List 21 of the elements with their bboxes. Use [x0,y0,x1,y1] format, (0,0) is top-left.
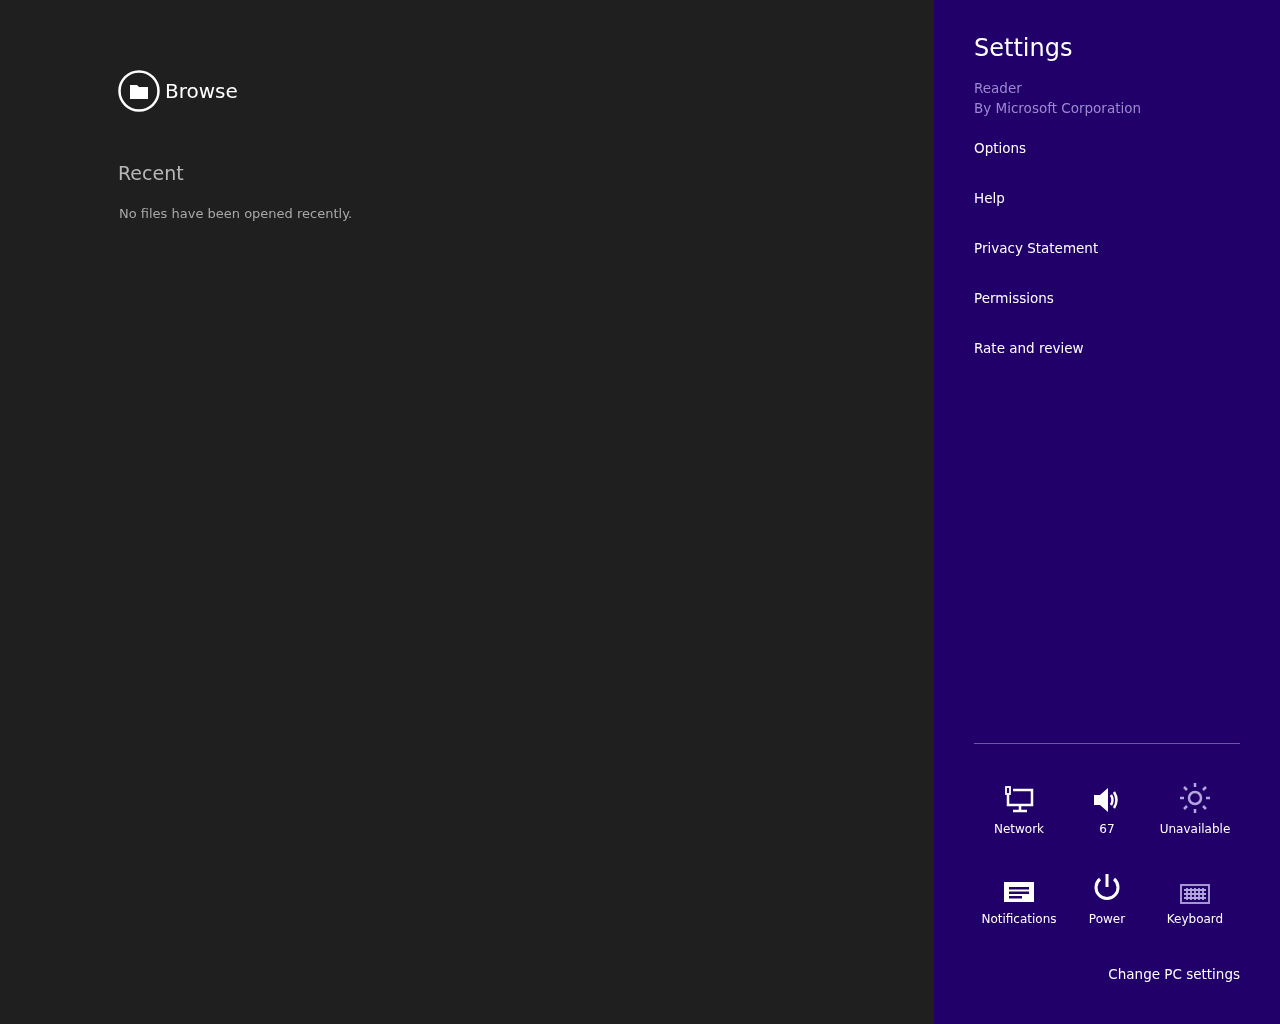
settings-link[interactable]: Help [974,188,1005,209]
quick-setting-tile[interactable]: 67 [1063,774,1151,836]
settings-link[interactable]: Options [974,138,1027,159]
publisher: By Microsoft Corporation [974,99,1143,118]
monitor-icon [1004,786,1034,814]
settings-link[interactable]: Rate and review [974,338,1084,359]
browse-button[interactable]: Browse [118,70,238,112]
sun-icon [1179,782,1211,814]
pane-title: Settings [974,34,1074,62]
recent-heading: Recent [118,162,185,184]
quick-setting-tile[interactable]: Power [1063,864,1151,926]
quick-setting-tile[interactable]: Notifications [975,864,1063,926]
app-name: Reader [974,79,1023,98]
change-pc-settings-link[interactable]: Change PC settings [1108,966,1240,982]
folder-icon [118,70,160,112]
quick-setting-tile[interactable]: Network [975,774,1063,836]
empty-message: No files have been opened recently. [119,206,354,221]
keyboard-icon [1180,884,1210,904]
settings-link[interactable]: Privacy Statement [974,238,1099,259]
message-icon [1004,882,1034,904]
settings-link[interactable]: Permissions [974,288,1054,309]
